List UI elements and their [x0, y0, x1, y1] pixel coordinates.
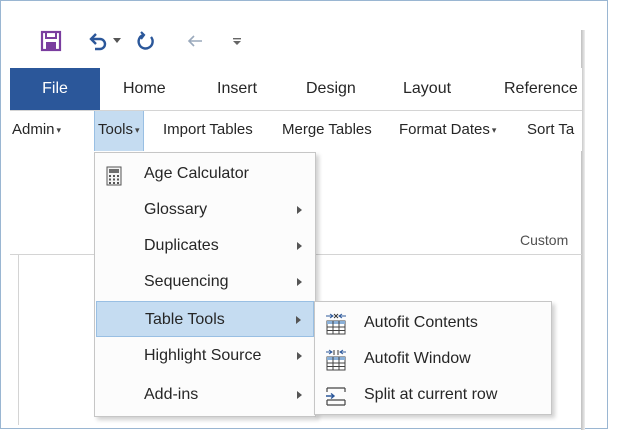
admin-label: Admin [12, 121, 55, 138]
table-tools-submenu: Autofit Contents Autofit Window Split at… [314, 301, 552, 415]
tab-layout[interactable]: Layout [403, 68, 451, 110]
autofit-contents-icon [324, 313, 346, 335]
save-icon[interactable] [38, 28, 64, 54]
menu-item-label: Split at current row [364, 386, 498, 403]
menu-item-label: Autofit Window [364, 350, 471, 367]
tools-menu-button[interactable]: Tools ▾ [94, 111, 144, 151]
custom-tools-bar: Admin ▾ Tools ▾ Import Tables Merge Tables… [10, 110, 582, 151]
document-edge [18, 255, 19, 425]
chevron-right-icon [297, 352, 302, 360]
chevron-right-icon [297, 206, 302, 214]
menu-item-duplicates[interactable]: Duplicates [96, 228, 314, 264]
menu-item-label: Age Calculator [144, 165, 249, 182]
chevron-right-icon [297, 391, 302, 399]
import-tables-button[interactable]: Import Tables [163, 111, 253, 151]
chevron-down-icon: ▾ [135, 125, 140, 135]
admin-menu-button[interactable]: Admin ▾ [12, 111, 61, 151]
menu-item-label: Table Tools [145, 311, 225, 328]
calculator-icon [106, 164, 126, 186]
chevron-right-icon [297, 278, 302, 286]
repeat-icon[interactable] [133, 28, 159, 54]
menu-item-age-calculator[interactable]: Age Calculator [96, 156, 314, 192]
menu-item-label: Highlight Source [144, 347, 262, 364]
format-dates-label: Format Dates [399, 121, 490, 138]
menu-item-autofit-contents[interactable]: Autofit Contents [316, 305, 550, 341]
menu-item-autofit-window[interactable]: Autofit Window [316, 341, 550, 377]
menu-item-table-tools[interactable]: Table Tools [96, 301, 314, 337]
tab-home[interactable]: Home [123, 68, 166, 110]
menu-item-label: Autofit Contents [364, 314, 478, 331]
customize-qat-icon[interactable] [230, 28, 244, 54]
undo-dropdown-icon[interactable] [112, 28, 122, 54]
ribbon-group-label: Custom [520, 232, 569, 248]
tab-references[interactable]: Reference [504, 68, 578, 110]
chevron-right-icon [297, 242, 302, 250]
sort-tables-button[interactable]: Sort Ta [527, 111, 574, 151]
menu-item-highlight-source[interactable]: Highlight Source [96, 338, 314, 374]
chevron-down-icon: ▾ [491, 125, 497, 135]
menu-item-add-ins[interactable]: Add-ins [96, 377, 314, 413]
tools-label: Tools [98, 121, 134, 138]
tab-insert[interactable]: Insert [217, 68, 257, 110]
split-table-icon [324, 385, 346, 406]
menu-item-split-at-current-row[interactable]: Split at current row [316, 377, 550, 413]
menu-item-glossary[interactable]: Glossary [96, 192, 314, 228]
format-dates-button[interactable]: Format Dates ▾ [399, 111, 496, 151]
quick-access-toolbar [0, 0, 580, 68]
menu-item-label: Add-ins [144, 386, 199, 403]
autofit-window-icon [324, 349, 346, 371]
merge-tables-button[interactable]: Merge Tables [282, 111, 372, 151]
menu-item-label: Sequencing [144, 273, 229, 290]
tools-dropdown-menu: Age Calculator Glossary Duplicates Seque… [94, 152, 316, 417]
chevron-right-icon [296, 316, 301, 324]
undo-icon[interactable] [84, 28, 110, 54]
chevron-down-icon: ▾ [56, 125, 62, 135]
menu-item-label: Duplicates [144, 237, 219, 254]
tab-file[interactable]: File [10, 68, 100, 110]
arrow-left-icon[interactable] [184, 28, 206, 54]
ribbon-tabs: File Home Insert Design Layout Reference [10, 68, 582, 110]
tab-design[interactable]: Design [306, 68, 356, 110]
menu-item-label: Glossary [144, 201, 208, 218]
menu-item-sequencing[interactable]: Sequencing [96, 264, 314, 300]
